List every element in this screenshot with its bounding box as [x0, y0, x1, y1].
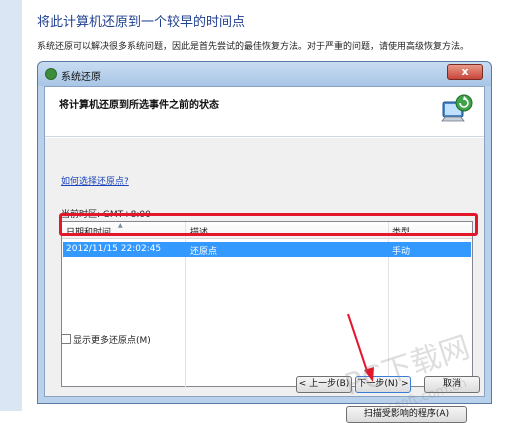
dialog-header-text: 将计算机还原到所选事件之前的状态 [59, 100, 219, 111]
restore-points-table: ▲ 日期和时间 描述 类型 2012/11/15 22:02:45 还原点 手动 [61, 221, 473, 388]
scan-affected-programs-button[interactable]: 扫描受影响的程序(A) [346, 406, 467, 423]
cancel-button[interactable]: 取消 [424, 376, 480, 393]
page-title: 将此计算机还原到一个较早的时间点 [37, 15, 246, 30]
close-button[interactable]: x [447, 64, 483, 80]
row-type: 手动 [392, 247, 411, 257]
show-more-checkbox[interactable] [61, 334, 71, 344]
page-description: 系统还原可以解决很多系统问题，因此是首先尝试的最佳恢复方法。对于严重的问题，请使… [37, 42, 470, 52]
row-description: 还原点 [190, 247, 218, 257]
table-row-selected[interactable]: 2012/11/15 22:02:45 还原点 手动 [63, 242, 471, 257]
dialog-client-area: 将计算机还原到所选事件之前的状态 如何选择还原点? 当前时区: GMT+8:00… [44, 86, 485, 423]
red-highlight-annotation [59, 213, 478, 236]
red-pointer-arrow-icon [347, 313, 374, 382]
computer-restore-icon [441, 94, 473, 122]
row-datetime: 2012/11/15 22:02:45 [66, 244, 162, 254]
help-choose-restore-point-link[interactable]: 如何选择还原点? [61, 174, 129, 187]
dialog-title: 系统还原 [61, 72, 101, 83]
dialog-header: 将计算机还原到所选事件之前的状态 [45, 87, 484, 137]
system-restore-icon [45, 68, 57, 80]
left-panel-strip [0, 0, 22, 411]
show-more-label: 显示更多还原点(M) [73, 336, 151, 346]
dialog-body: 如何选择还原点? 当前时区: GMT+8:00 ▲ 日期和时间 描述 类型 20… [45, 138, 484, 423]
dialog-titlebar[interactable]: 系统还原 x [38, 62, 491, 86]
